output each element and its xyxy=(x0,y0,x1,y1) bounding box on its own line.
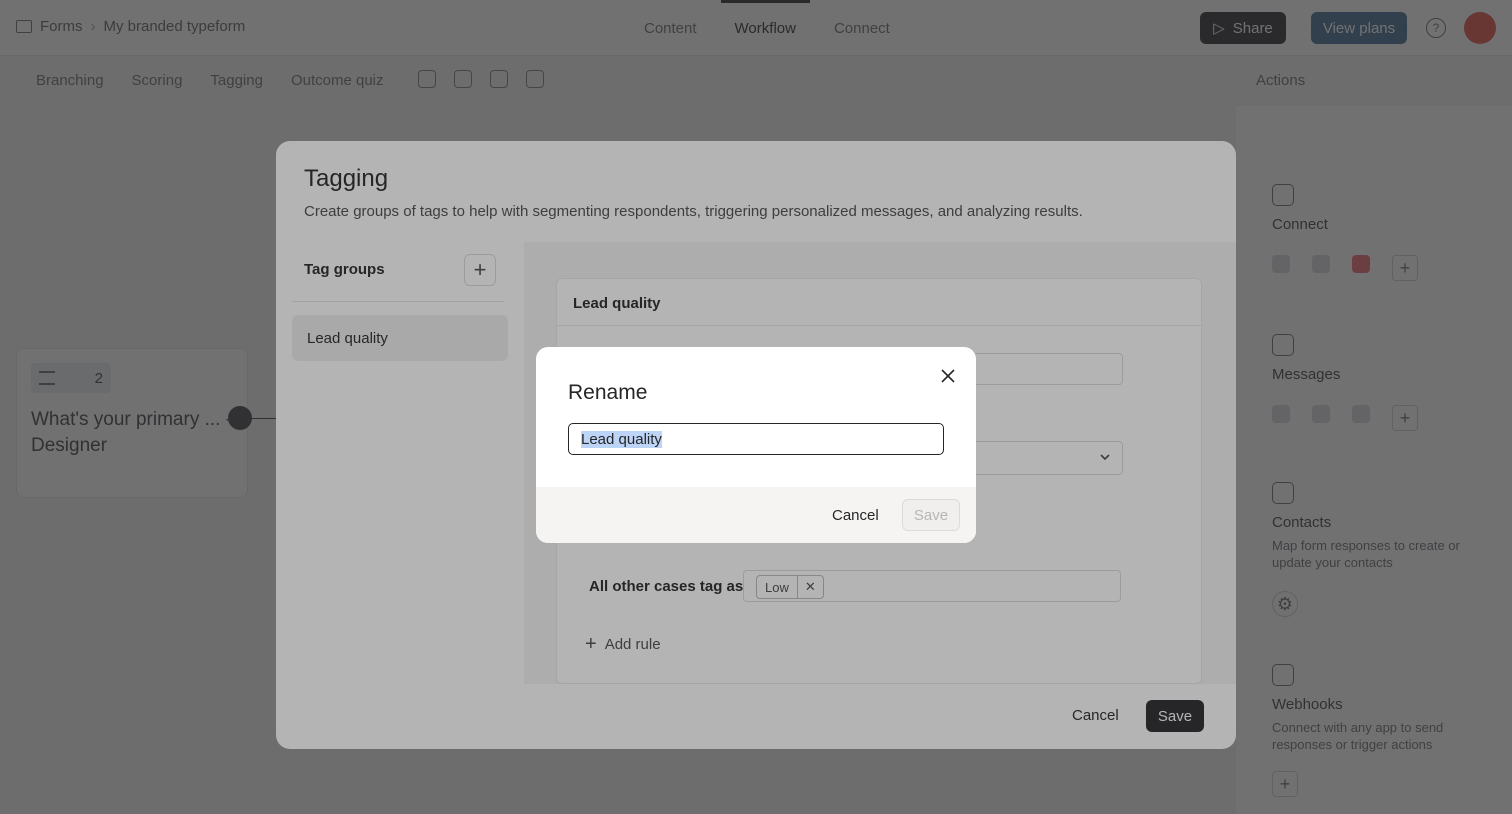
rename-dialog: Rename Cancel Save xyxy=(536,347,976,543)
rename-cancel-button[interactable]: Cancel xyxy=(832,507,879,524)
rename-input[interactable] xyxy=(568,423,944,455)
rename-title: Rename xyxy=(568,381,648,404)
close-icon[interactable] xyxy=(938,366,958,386)
rename-save-button[interactable]: Save xyxy=(902,499,960,531)
rename-footer: Cancel Save xyxy=(536,487,976,543)
